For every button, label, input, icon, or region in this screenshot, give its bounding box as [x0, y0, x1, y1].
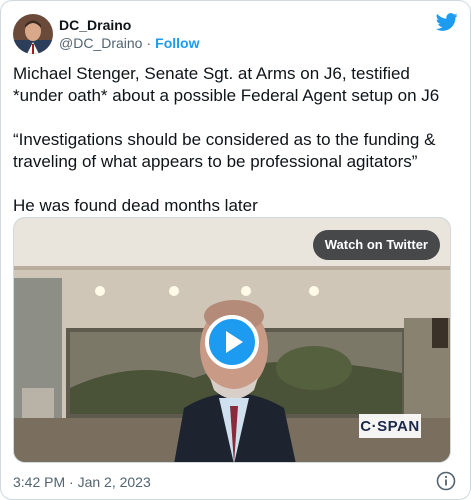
info-icon[interactable] [436, 471, 456, 491]
author-handle[interactable]: @DC_Draino [59, 34, 142, 52]
video-player[interactable]: Watch on Twitter C·SPAN [13, 217, 451, 463]
author-display-name[interactable]: DC_Draino [59, 16, 199, 34]
tweet-header: DC_Draino @DC_Draino · Follow [13, 13, 458, 55]
tweet-timestamp[interactable]: 3:42 PM · Jan 2, 2023 [13, 473, 151, 491]
tweet-text: Michael Stenger, Senate Sgt. at Arms on … [13, 64, 440, 215]
watch-on-twitter-button[interactable]: Watch on Twitter [312, 230, 440, 260]
handle-separator: · [146, 35, 152, 51]
author-avatar[interactable] [13, 14, 53, 54]
network-logo: C·SPAN [359, 414, 421, 438]
twitter-bird-icon[interactable] [436, 11, 458, 33]
tweet-card: DC_Draino @DC_Draino · Follow Michael St… [0, 0, 471, 500]
play-icon [225, 331, 243, 353]
author-names: DC_Draino @DC_Draino · Follow [59, 16, 199, 52]
follow-button[interactable]: Follow [155, 34, 199, 52]
author-handle-row: @DC_Draino · Follow [59, 34, 199, 52]
play-button[interactable] [205, 315, 259, 369]
